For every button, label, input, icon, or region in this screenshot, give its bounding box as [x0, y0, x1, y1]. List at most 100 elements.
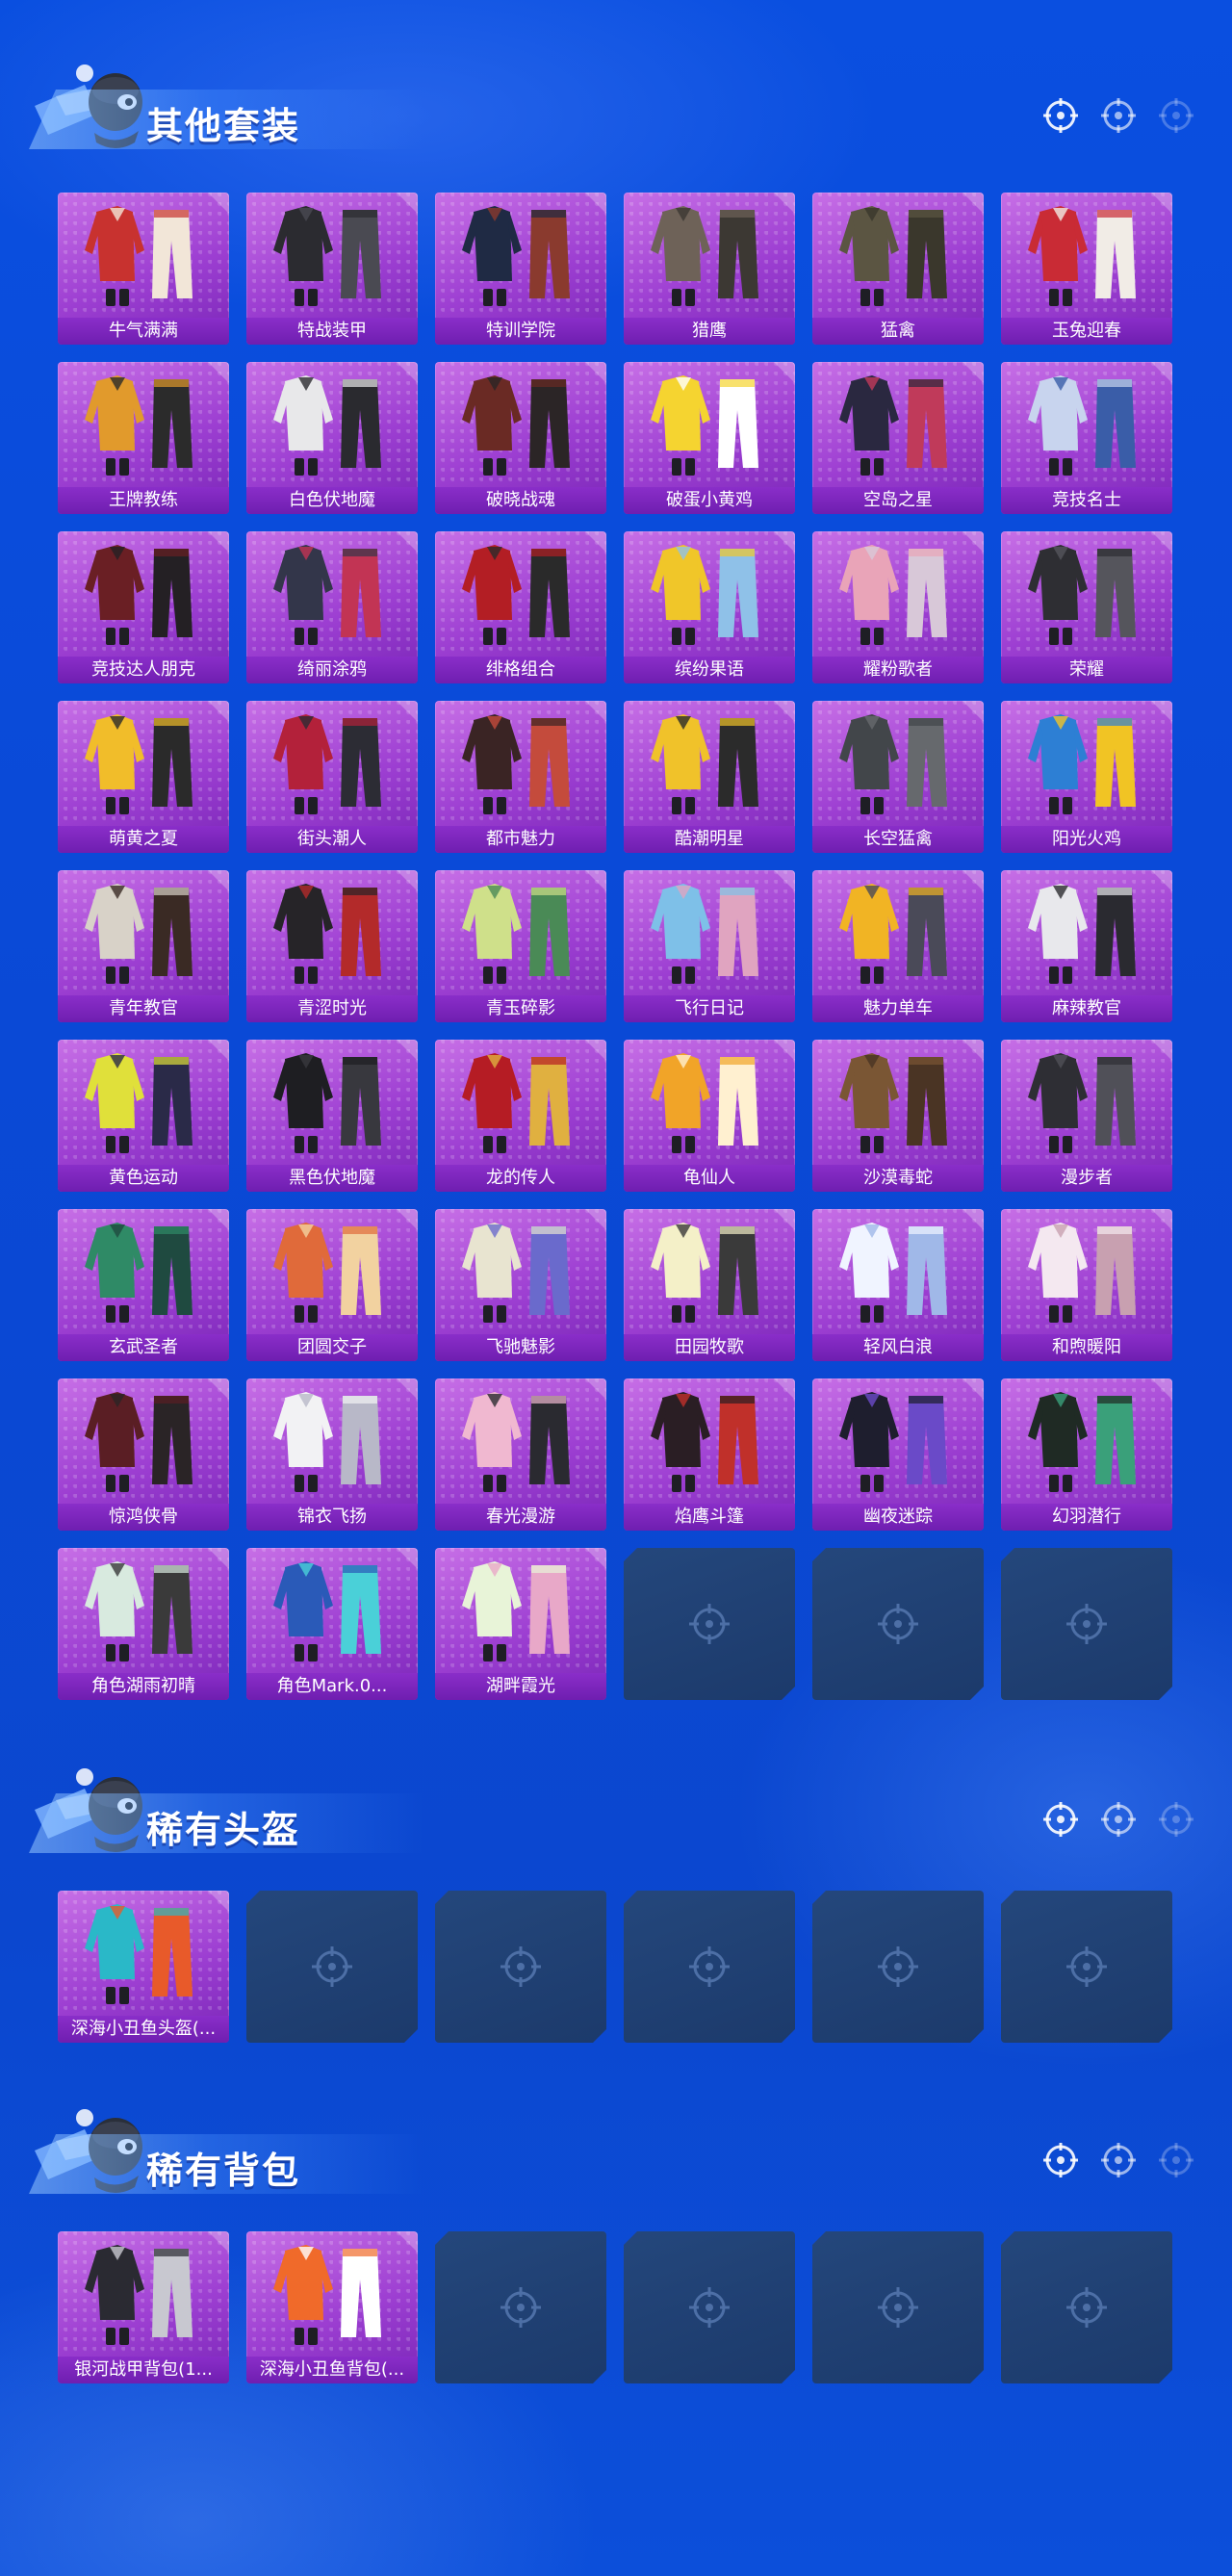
- item-card[interactable]: 和煦暖阳: [1001, 1209, 1172, 1361]
- item-label: 牛气满满: [58, 318, 229, 345]
- item-card[interactable]: 牛气满满: [58, 193, 229, 345]
- item-label: 龟仙人: [624, 1165, 795, 1192]
- item-image: [85, 884, 192, 984]
- card-corner-accent: [962, 1378, 984, 1400]
- item-card[interactable]: 黄色运动: [58, 1040, 229, 1192]
- crosshair-icon: [687, 1945, 732, 1989]
- item-image: [462, 375, 570, 476]
- item-card[interactable]: 锦衣飞扬: [246, 1378, 418, 1531]
- item-card[interactable]: 焰鹰斗篷: [624, 1378, 795, 1531]
- item-label: 沙漠毒蛇: [812, 1165, 984, 1192]
- item-card[interactable]: 荣耀: [1001, 531, 1172, 683]
- item-card[interactable]: 特训学院: [435, 193, 606, 345]
- card-corner-accent: [585, 1209, 606, 1230]
- item-card[interactable]: 深海小丑鱼头盔(...: [58, 1891, 229, 2043]
- item-card[interactable]: 黑色伏地魔: [246, 1040, 418, 1192]
- item-card[interactable]: 龟仙人: [624, 1040, 795, 1192]
- item-label: 玉兔迎春: [1001, 318, 1172, 345]
- item-card[interactable]: 飞行日记: [624, 870, 795, 1022]
- item-label: 酷潮明星: [624, 826, 795, 853]
- card-corner-accent: [585, 531, 606, 553]
- item-card[interactable]: 酷潮明星: [624, 701, 795, 853]
- item-card[interactable]: 玉兔迎春: [1001, 193, 1172, 345]
- item-card[interactable]: 破蛋小黄鸡: [624, 362, 795, 514]
- card-corner-accent: [962, 362, 984, 383]
- reticle-icon: [1159, 98, 1194, 133]
- item-card[interactable]: 萌黄之夏: [58, 701, 229, 853]
- item-label: 阳光火鸡: [1001, 826, 1172, 853]
- item-label: 轻风白浪: [812, 1334, 984, 1361]
- item-card[interactable]: 白色伏地魔: [246, 362, 418, 514]
- section-rare-backpacks: 稀有背包 银河战甲背包(1... 深海小丑鱼背包(...: [0, 2091, 1232, 2399]
- item-image: [651, 545, 758, 645]
- crosshair-icon: [1065, 1602, 1109, 1646]
- item-card[interactable]: 角色湖雨初晴: [58, 1548, 229, 1700]
- item-card[interactable]: 春光漫游: [435, 1378, 606, 1531]
- item-image: [273, 884, 381, 984]
- item-card[interactable]: 角色Mark.0...: [246, 1548, 418, 1700]
- item-card[interactable]: 飞驰魅影: [435, 1209, 606, 1361]
- card-corner-accent: [774, 1378, 795, 1400]
- crosshair-icon: [499, 1945, 543, 1989]
- item-label: 青涩时光: [246, 995, 418, 1022]
- item-card[interactable]: 破晓战魂: [435, 362, 606, 514]
- item-card[interactable]: 猎鹰: [624, 193, 795, 345]
- item-card[interactable]: 麻辣教官: [1001, 870, 1172, 1022]
- item-card[interactable]: 轻风白浪: [812, 1209, 984, 1361]
- card-corner-accent: [774, 870, 795, 891]
- crosshair-icon: [876, 2285, 920, 2330]
- card-corner-accent: [208, 1040, 229, 1061]
- item-card[interactable]: 阳光火鸡: [1001, 701, 1172, 853]
- card-corner-accent: [208, 1548, 229, 1569]
- item-image: [651, 375, 758, 476]
- item-image: [85, 1053, 192, 1153]
- item-card[interactable]: 青玉碎影: [435, 870, 606, 1022]
- item-card[interactable]: 耀粉歌者: [812, 531, 984, 683]
- item-card[interactable]: 空岛之星: [812, 362, 984, 514]
- item-card[interactable]: 深海小丑鱼背包(...: [246, 2231, 418, 2383]
- item-card[interactable]: 湖畔霞光: [435, 1548, 606, 1700]
- item-card[interactable]: 玄武圣者: [58, 1209, 229, 1361]
- item-card[interactable]: 绯格组合: [435, 531, 606, 683]
- item-card[interactable]: 绮丽涂鸦: [246, 531, 418, 683]
- item-card[interactable]: 长空猛禽: [812, 701, 984, 853]
- card-corner-accent: [585, 1548, 606, 1569]
- item-card[interactable]: 王牌教练: [58, 362, 229, 514]
- reticle-icon: [1043, 98, 1078, 133]
- item-card[interactable]: 猛禽: [812, 193, 984, 345]
- card-corner-accent: [962, 1209, 984, 1230]
- item-card[interactable]: 田园牧歌: [624, 1209, 795, 1361]
- section-rare-helmets: 稀有头盔 深海小丑鱼头盔(...: [0, 1750, 1232, 2058]
- item-card[interactable]: 沙漠毒蛇: [812, 1040, 984, 1192]
- card-corner-accent: [397, 701, 418, 722]
- item-image: [273, 1561, 381, 1662]
- item-card[interactable]: 团圆交子: [246, 1209, 418, 1361]
- item-label: 角色Mark.0...: [246, 1673, 418, 1700]
- item-card[interactable]: 惊鸿侠骨: [58, 1378, 229, 1531]
- card-corner-accent: [962, 531, 984, 553]
- item-card[interactable]: 缤纷果语: [624, 531, 795, 683]
- item-image: [462, 206, 570, 306]
- item-label: 破蛋小黄鸡: [624, 487, 795, 514]
- empty-slot: [1001, 1891, 1172, 2043]
- item-label: 深海小丑鱼头盔(...: [58, 2016, 229, 2043]
- item-card[interactable]: 竞技名士: [1001, 362, 1172, 514]
- item-card[interactable]: 银河战甲背包(1...: [58, 2231, 229, 2383]
- item-image: [1028, 545, 1136, 645]
- card-corner-accent: [962, 870, 984, 891]
- item-card[interactable]: 竞技达人朋克: [58, 531, 229, 683]
- item-card[interactable]: 街头潮人: [246, 701, 418, 853]
- item-card[interactable]: 漫步者: [1001, 1040, 1172, 1192]
- item-card[interactable]: 特战装甲: [246, 193, 418, 345]
- item-label: 团圆交子: [246, 1334, 418, 1361]
- item-card[interactable]: 幻羽潜行: [1001, 1378, 1172, 1531]
- item-card[interactable]: 青年教官: [58, 870, 229, 1022]
- item-label: 漫步者: [1001, 1165, 1172, 1192]
- item-card[interactable]: 都市魅力: [435, 701, 606, 853]
- item-card[interactable]: 魅力单车: [812, 870, 984, 1022]
- card-corner-accent: [1151, 362, 1172, 383]
- item-card[interactable]: 青涩时光: [246, 870, 418, 1022]
- item-card[interactable]: 龙的传人: [435, 1040, 606, 1192]
- item-image: [651, 884, 758, 984]
- item-card[interactable]: 幽夜迷踪: [812, 1378, 984, 1531]
